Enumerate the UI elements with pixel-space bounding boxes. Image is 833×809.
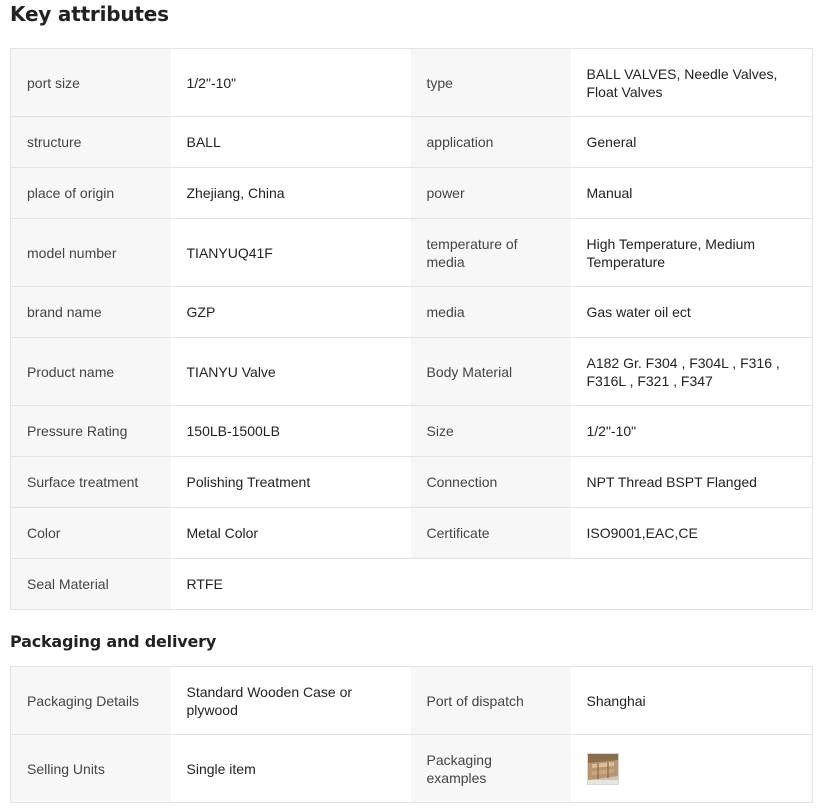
- attribute-value: A182 Gr. F304 , F304L , F316 , F316L , F…: [570, 337, 813, 406]
- attribute-label: Pressure Rating: [10, 405, 171, 457]
- attribute-label: application: [410, 116, 571, 168]
- attribute-value: Shanghai: [570, 666, 813, 735]
- attribute-value: ISO9001,EAC,CE: [570, 507, 813, 559]
- table-row: Product name TIANYU Valve Body Material …: [10, 337, 813, 406]
- attribute-value: BALL VALVES, Needle Valves, Float Valves: [570, 48, 813, 117]
- attribute-value: Single item: [170, 734, 411, 803]
- attribute-value: Manual: [570, 167, 813, 219]
- attribute-value: BALL: [170, 116, 411, 168]
- attribute-label: structure: [10, 116, 171, 168]
- attribute-label: Body Material: [410, 337, 571, 406]
- empty-cell: [410, 558, 571, 610]
- attribute-label: media: [410, 286, 571, 338]
- empty-cell: [570, 558, 813, 610]
- table-row: Packaging Details Standard Wooden Case o…: [10, 666, 813, 735]
- packaging-table: Packaging Details Standard Wooden Case o…: [10, 666, 813, 803]
- attribute-value: Metal Color: [170, 507, 411, 559]
- attribute-value: RTFE: [170, 558, 411, 610]
- attribute-label: temperature of media: [410, 218, 571, 287]
- attribute-value: NPT Thread BSPT Flanged: [570, 456, 813, 508]
- table-row: Seal Material RTFE: [10, 558, 813, 610]
- attribute-label: type: [410, 48, 571, 117]
- packaging-example-image[interactable]: [586, 752, 619, 785]
- attribute-value: High Temperature, Medium Temperature: [570, 218, 813, 287]
- key-attributes-table: port size 1/2"-10" type BALL VALVES, Nee…: [10, 48, 813, 610]
- attribute-label: place of origin: [10, 167, 171, 219]
- attribute-label: Packaging Details: [10, 666, 171, 735]
- attribute-label: brand name: [10, 286, 171, 338]
- product-attributes-page: Key attributes port size 1/2"-10" type B…: [0, 0, 833, 809]
- attribute-label: Seal Material: [10, 558, 171, 610]
- attribute-value: 150LB-1500LB: [170, 405, 411, 457]
- attribute-value: Polishing Treatment: [170, 456, 411, 508]
- attribute-label: Certificate: [410, 507, 571, 559]
- attribute-value: TIANYUQ41F: [170, 218, 411, 287]
- attribute-label: Color: [10, 507, 171, 559]
- attribute-value: General: [570, 116, 813, 168]
- table-row: Pressure Rating 150LB-1500LB Size 1/2"-1…: [10, 405, 813, 457]
- attribute-label: Packaging examples: [410, 734, 571, 803]
- attribute-label: Size: [410, 405, 571, 457]
- attribute-value: 1/2"-10": [570, 405, 813, 457]
- table-row: Surface treatment Polishing Treatment Co…: [10, 456, 813, 508]
- attribute-value: Zhejiang, China: [170, 167, 411, 219]
- packaging-example-cell: [570, 734, 813, 803]
- table-row: brand name GZP media Gas water oil ect: [10, 286, 813, 338]
- packaging-title: Packaging and delivery: [10, 632, 217, 651]
- attribute-value: Standard Wooden Case or plywood: [170, 666, 411, 735]
- attribute-label: model number: [10, 218, 171, 287]
- attribute-label: Surface treatment: [10, 456, 171, 508]
- attribute-value: GZP: [170, 286, 411, 338]
- attribute-label: Selling Units: [10, 734, 171, 803]
- wooden-case-icon: [587, 753, 618, 784]
- table-row: port size 1/2"-10" type BALL VALVES, Nee…: [10, 48, 813, 117]
- table-row: Color Metal Color Certificate ISO9001,EA…: [10, 507, 813, 559]
- table-row: Selling Units Single item Packaging exam…: [10, 734, 813, 803]
- attribute-label: power: [410, 167, 571, 219]
- attribute-label: port size: [10, 48, 171, 117]
- table-row: place of origin Zhejiang, China power Ma…: [10, 167, 813, 219]
- attribute-label: Port of dispatch: [410, 666, 571, 735]
- attribute-value: TIANYU Valve: [170, 337, 411, 406]
- table-row: model number TIANYUQ41F temperature of m…: [10, 218, 813, 287]
- attribute-label: Product name: [10, 337, 171, 406]
- key-attributes-title: Key attributes: [10, 2, 169, 26]
- attribute-label: Connection: [410, 456, 571, 508]
- attribute-value: Gas water oil ect: [570, 286, 813, 338]
- table-row: structure BALL application General: [10, 116, 813, 168]
- attribute-value: 1/2"-10": [170, 48, 411, 117]
